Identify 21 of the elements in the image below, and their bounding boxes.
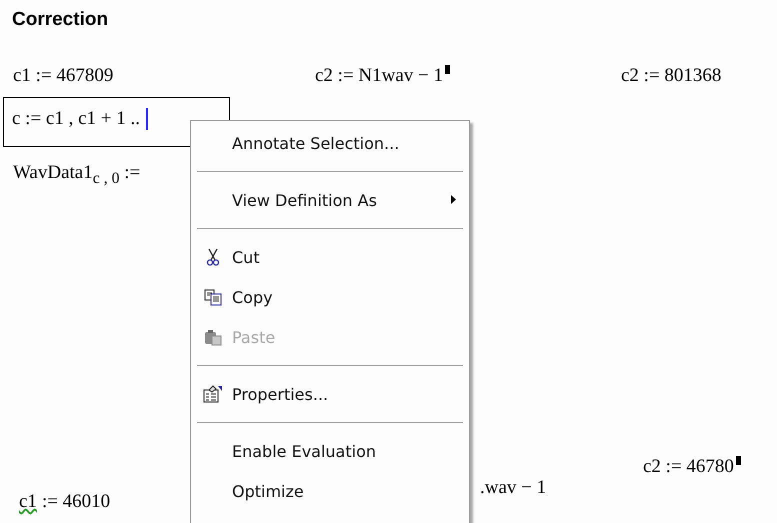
properties-icon [203,385,223,403]
flagged-variable: c1 [19,491,37,513]
math-expression[interactable]: c1 := 467809 [13,65,114,87]
menu-item[interactable]: Enable Evaluation [194,431,466,471]
math-expression[interactable]: c2 := 801368 [621,65,722,87]
math-expression[interactable]: .wav − 1 [480,477,546,499]
math-expression[interactable]: c := c1 , c1 + 1 .. [12,108,140,130]
math-expression[interactable]: c2 := N1wav − 1 [315,65,444,87]
menu-item[interactable]: Properties... [194,374,466,414]
section-heading: Correction [12,9,108,31]
menu-item[interactable]: Cut [194,237,466,277]
menu-item[interactable]: Copy [194,277,466,317]
menu-item[interactable]: Optimize [194,471,466,511]
math-expression[interactable]: c2 := 46780 [643,456,734,478]
menu-item[interactable]: Annotate Selection... [194,123,466,163]
menu-item[interactable]: View Definition As [194,180,466,220]
math-expression[interactable]: := 46010 [42,491,110,513]
scissors-icon [206,248,220,266]
paste-icon [204,328,222,346]
math-expression[interactable]: WavData1$_{c , 0}$ := [13,162,140,188]
copy-icon [204,288,222,306]
